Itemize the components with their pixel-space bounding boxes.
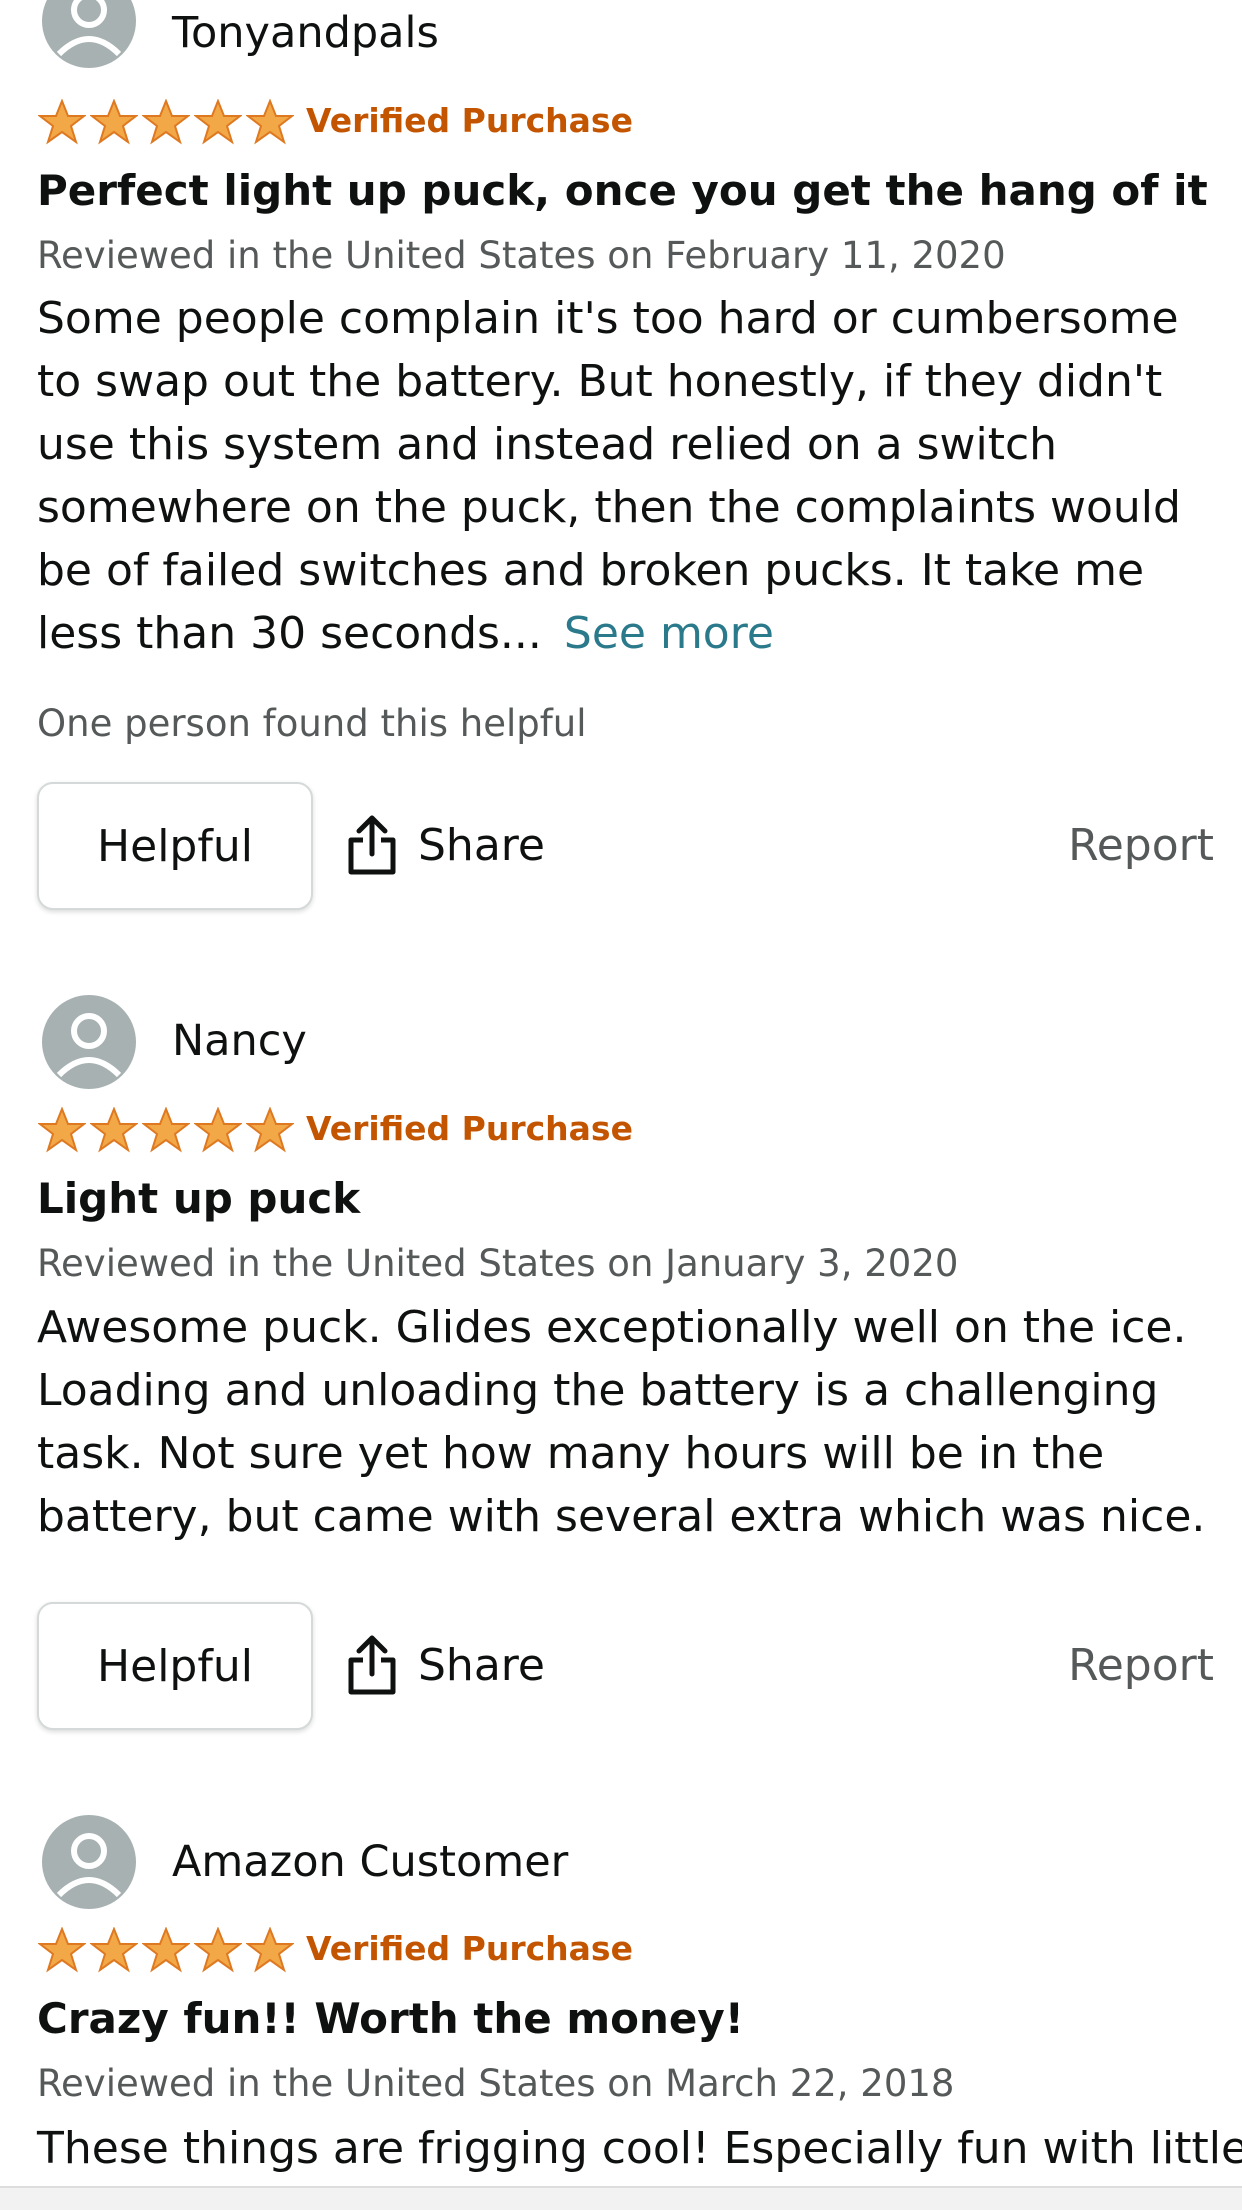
star-filled-icon — [142, 1107, 190, 1153]
review-author[interactable]: Amazon Customer — [172, 1841, 568, 1884]
review-title: Crazy fun!! Worth the money! — [37, 1994, 744, 2043]
review-author[interactable]: Nancy — [172, 1020, 307, 1063]
share-button[interactable]: Share — [346, 1634, 545, 1696]
review-date: Reviewed in the United States on March 2… — [37, 2062, 955, 2105]
review-body: Some people complain it's too hard or cu… — [37, 287, 1217, 665]
review-title: Light up puck — [37, 1174, 361, 1223]
star-filled-icon — [142, 99, 190, 145]
star-filled-icon — [38, 99, 86, 145]
star-rating — [38, 99, 294, 145]
helpful-button[interactable]: Helpful — [37, 1602, 313, 1730]
star-filled-icon — [246, 1927, 294, 1973]
star-filled-icon — [142, 1927, 190, 1973]
verified-purchase-badge: Verified Purchase — [306, 1929, 633, 1968]
verified-purchase-badge: Verified Purchase — [306, 1109, 633, 1148]
star-filled-icon — [38, 1927, 86, 1973]
share-label: Share — [418, 819, 545, 871]
report-link[interactable]: Report — [1068, 1640, 1214, 1691]
see-more-link[interactable]: See more — [564, 608, 774, 659]
star-filled-icon — [194, 1107, 242, 1153]
review-author[interactable]: Tonyandpals — [172, 12, 439, 55]
verified-purchase-badge: Verified Purchase — [306, 101, 633, 140]
review-body: These things are frigging cool! Especial… — [37, 2123, 1242, 2174]
report-link[interactable]: Report — [1068, 820, 1214, 871]
star-rating — [38, 1107, 294, 1153]
avatar-icon[interactable] — [42, 995, 136, 1089]
star-filled-icon — [246, 99, 294, 145]
star-filled-icon — [194, 1927, 242, 1973]
share-upload-icon — [348, 815, 396, 875]
star-filled-icon — [194, 99, 242, 145]
review-date: Reviewed in the United States on Februar… — [37, 234, 1006, 277]
star-filled-icon — [246, 1107, 294, 1153]
review-title: Perfect light up puck, once you get the … — [37, 166, 1208, 215]
share-button[interactable]: Share — [346, 814, 545, 876]
star-filled-icon — [90, 1927, 138, 1973]
helpful-count: One person found this helpful — [37, 702, 587, 745]
share-label: Share — [418, 1639, 545, 1691]
star-filled-icon — [38, 1107, 86, 1153]
star-filled-icon — [90, 99, 138, 145]
avatar-icon[interactable] — [42, 0, 136, 68]
star-filled-icon — [90, 1107, 138, 1153]
share-upload-icon — [348, 1635, 396, 1695]
helpful-button[interactable]: Helpful — [37, 782, 313, 910]
review-body-text: Some people complain it's too hard or cu… — [37, 293, 1181, 659]
bottom-toolbar — [0, 2186, 1242, 2210]
review-body: Awesome puck. Glides exceptionally well … — [37, 1302, 1206, 1542]
star-rating — [38, 1927, 294, 1973]
review-date: Reviewed in the United States on January… — [37, 1242, 959, 1285]
avatar-icon[interactable] — [42, 1815, 136, 1909]
